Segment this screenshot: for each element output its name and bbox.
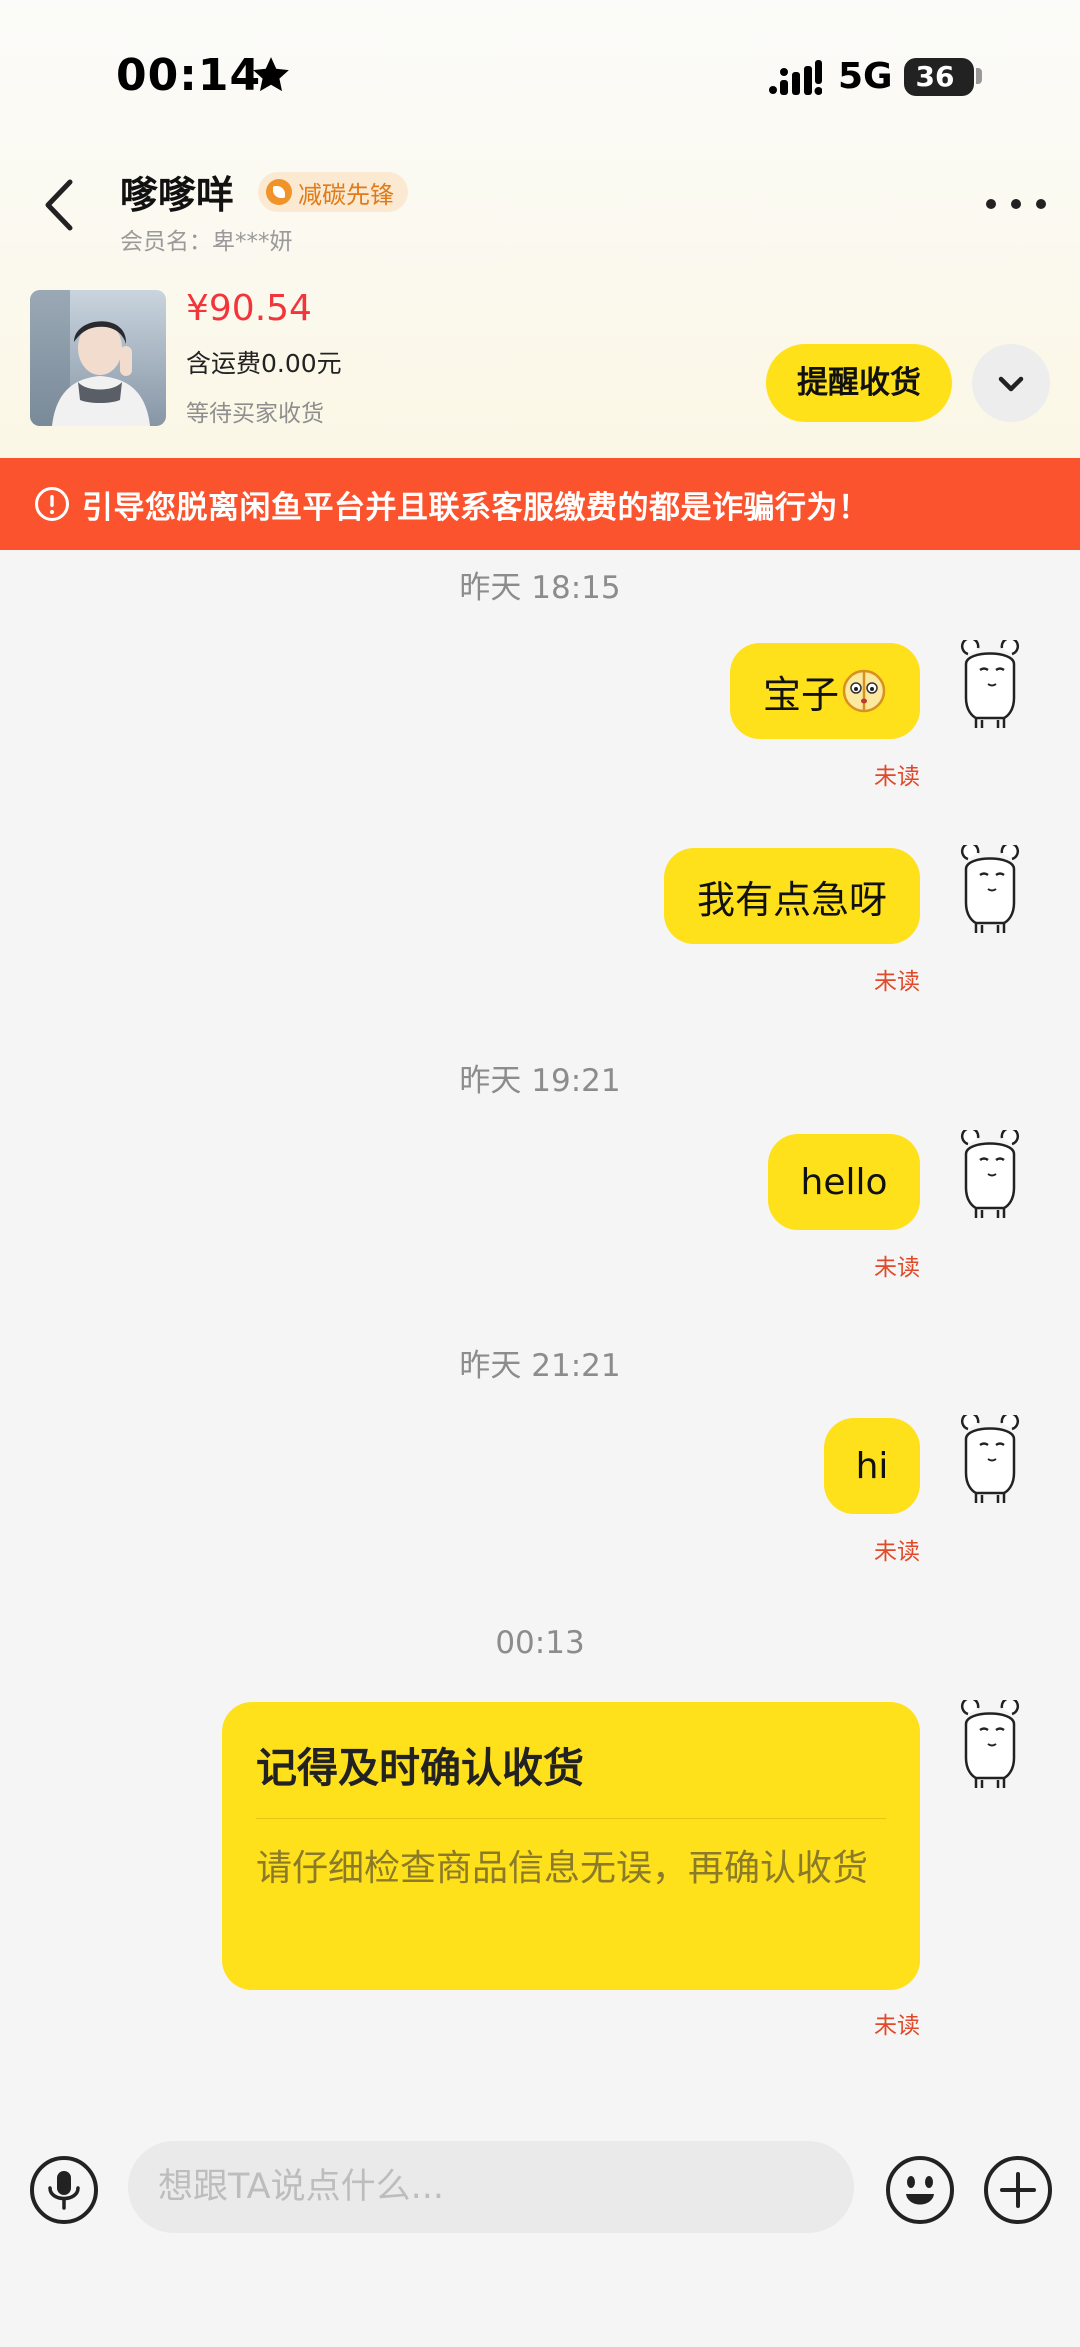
message-bubble[interactable]: 宝子 <box>730 643 920 739</box>
plus-button[interactable] <box>982 2154 1054 2226</box>
bear-avatar-icon[interactable] <box>952 1415 1028 1505</box>
card-body: 请仔细检查商品信息无误，再确认收货 <box>256 1848 869 1889</box>
read-status: 未读 <box>874 2013 920 2039</box>
message-bubble[interactable]: hello <box>768 1134 920 1230</box>
message-text: 我有点急呀 <box>696 877 887 922</box>
shipping-fee: 含运费0.00元 <box>186 349 342 378</box>
more-dots-icon <box>1011 199 1021 209</box>
badge-label: 减碳先锋 <box>298 180 394 209</box>
read-status: 未读 <box>874 1539 920 1565</box>
message-text: 宝子 <box>762 672 839 717</box>
message-text: hello <box>800 1161 888 1203</box>
product-thumbnail[interactable] <box>30 290 166 426</box>
message-text: hi <box>855 1445 889 1487</box>
message-timestamp: 昨天 19:21 <box>459 1063 621 1099</box>
message-bubble[interactable]: hi <box>824 1418 920 1514</box>
member-name: 会员名：卑***妍 <box>120 229 293 255</box>
emoji-peek-icon <box>842 669 886 713</box>
bear-avatar-icon[interactable] <box>952 845 1028 935</box>
network-type: 5G <box>838 56 893 97</box>
read-status: 未读 <box>874 969 920 995</box>
message-input[interactable] <box>128 2141 854 2233</box>
voice-button[interactable] <box>28 2154 100 2226</box>
bear-avatar-icon[interactable] <box>952 1700 1028 1790</box>
carbon-badge[interactable]: 减碳先锋 <box>258 172 408 212</box>
contact-name[interactable]: 嗲嗲咩 <box>120 164 234 219</box>
fraud-warning-banner: 引导您脱离闲鱼平台并且联系客服缴费的都是诈骗行为！ <box>0 458 1080 550</box>
status-time: 00:14 <box>116 50 262 101</box>
chevron-left-icon <box>45 179 73 231</box>
leaf-icon <box>266 179 292 205</box>
message-timestamp: 00:13 <box>495 1625 585 1661</box>
back-button[interactable] <box>36 170 86 240</box>
battery-level: 36 <box>915 60 955 93</box>
bear-avatar-icon[interactable] <box>952 640 1028 730</box>
more-dots-icon <box>986 199 996 209</box>
microphone-icon <box>57 2171 71 2195</box>
order-status: 等待买家收货 <box>186 401 324 427</box>
more-button[interactable] <box>986 188 1046 220</box>
star-icon <box>253 57 289 92</box>
emoji-button[interactable] <box>884 2154 956 2226</box>
warning-text: 引导您脱离闲鱼平台并且联系客服缴费的都是诈骗行为！ <box>82 489 870 526</box>
card-divider <box>256 1818 886 1819</box>
more-dots-icon <box>1036 199 1046 209</box>
bear-avatar-icon[interactable] <box>952 1130 1028 1220</box>
confirm-receipt-card[interactable]: 记得及时确认收货 请仔细检查商品信息无误，再确认收货 <box>222 1702 920 1990</box>
alert-circle-icon <box>35 487 69 521</box>
signal-icon <box>769 60 822 95</box>
product-photo <box>30 290 166 426</box>
battery-icon: 36 <box>904 58 974 96</box>
expand-button[interactable] <box>972 344 1050 422</box>
read-status: 未读 <box>874 1255 920 1281</box>
message-timestamp: 昨天 18:15 <box>459 570 621 606</box>
read-status: 未读 <box>874 764 920 790</box>
remind-receive-button[interactable]: 提醒收货 <box>766 344 952 422</box>
chevron-down-icon <box>998 376 1024 392</box>
product-price: ¥90.54 <box>186 288 312 329</box>
message-timestamp: 昨天 21:21 <box>459 1348 621 1384</box>
status-bar: 00:14 5G 36 <box>0 0 1080 150</box>
plus-icon <box>1000 2172 1036 2208</box>
message-bubble[interactable]: 我有点急呀 <box>664 848 920 944</box>
battery-tip <box>976 68 982 84</box>
card-title: 记得及时确认收货 <box>256 1744 584 1792</box>
